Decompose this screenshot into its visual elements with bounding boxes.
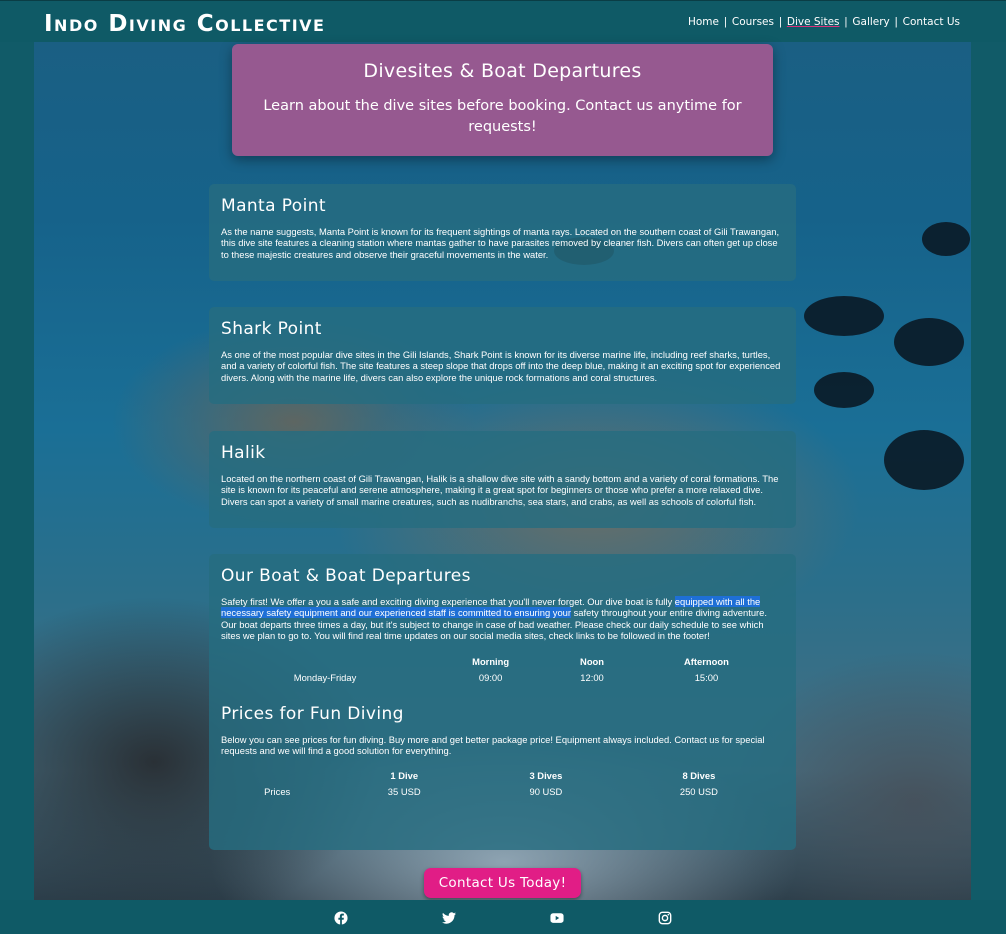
facebook-icon[interactable]: [333, 911, 349, 925]
nav-separator: |: [724, 16, 727, 28]
dive-site-description: As one of the most popular dive sites in…: [221, 349, 781, 383]
prices-section-title: Prices for Fun Diving: [221, 704, 404, 725]
dive-site-title: Halik: [221, 443, 266, 463]
youtube-icon[interactable]: [549, 911, 565, 925]
table-cell: Prices: [264, 785, 291, 797]
departure-schedule-table: Morning Noon Afternoon Monday-Friday 09:…: [221, 655, 781, 686]
dive-site-description: As the name suggests, Manta Point is kno…: [221, 226, 780, 260]
dive-site-card-halik: Halik Located on the northern coast of G…: [209, 431, 796, 528]
dive-site-card-manta-point: Manta Point As the name suggests, Manta …: [209, 184, 796, 281]
prices-table: 1 Dive 3 Dives 8 Dives Prices 35 USD 90 …: [221, 769, 781, 800]
dive-site-card-shark-point: Shark Point As one of the most popular d…: [209, 307, 796, 404]
page-title: Divesites & Boat Departures: [363, 60, 642, 82]
dive-site-description: Located on the northern coast of Gili Tr…: [221, 473, 779, 507]
departures-text: Our boat departs three times a day, but …: [221, 618, 764, 641]
nav-separator: |: [894, 16, 898, 28]
table-cell: Monday-Friday: [293, 672, 357, 684]
table-header: 8 Dives: [682, 769, 716, 781]
nav-separator: |: [779, 16, 782, 28]
nav-courses[interactable]: Courses: [732, 16, 774, 28]
nav-separator: |: [844, 16, 848, 28]
table-cell: 250 USD: [679, 785, 718, 797]
fish-silhouette: [894, 318, 964, 366]
table-header: Morning: [472, 656, 510, 668]
boat-intro-text: Safety first! We offer a you a safe and …: [221, 596, 784, 619]
contact-us-button[interactable]: Contact Us Today!: [424, 868, 581, 898]
table-cell: 09:00: [478, 672, 503, 684]
site-logo[interactable]: Indo Diving Collective: [44, 11, 325, 37]
table-header: 1 Dive: [390, 769, 419, 781]
table-row: Monday-Friday 09:00 12:00 15:00: [221, 669, 781, 686]
page-header-card: Divesites & Boat Departures Learn about …: [232, 44, 773, 156]
nav-contact-us[interactable]: Contact Us: [903, 16, 960, 28]
table-cell: 12:00: [580, 672, 604, 684]
twitter-icon[interactable]: [441, 911, 457, 925]
table-header: 3 Dives: [529, 769, 563, 781]
nav-home[interactable]: Home: [688, 16, 719, 28]
table-header-row: Morning Noon Afternoon: [221, 655, 781, 669]
main-nav: Home | Courses | Dive Sites | Gallery | …: [688, 16, 960, 28]
table-header: [221, 769, 333, 783]
instagram-icon[interactable]: [657, 911, 673, 925]
page-subtitle: Learn about the dive sites before bookin…: [263, 98, 742, 135]
boat-section-title: Our Boat & Boat Departures: [221, 566, 471, 586]
fish-silhouette: [804, 296, 884, 336]
table-row: Prices 35 USD 90 USD 250 USD: [221, 783, 781, 800]
fish-silhouette: [884, 430, 964, 490]
prices-text: Below you can see prices for fun diving.…: [221, 734, 765, 757]
table-header-row: 1 Dive 3 Dives 8 Dives: [221, 769, 781, 783]
footer: [0, 900, 1006, 934]
table-header: Noon: [580, 656, 604, 668]
table-header: [221, 655, 429, 669]
boat-intro-end: safety throughout your entire diving adv…: [571, 607, 767, 619]
table-cell: 15:00: [694, 672, 719, 684]
table-header: Afternoon: [684, 656, 729, 668]
dive-site-title: Shark Point: [221, 319, 322, 339]
nav-dive-sites[interactable]: Dive Sites: [787, 16, 840, 28]
fish-silhouette: [922, 222, 970, 256]
top-bar: Indo Diving Collective Home | Courses | …: [0, 0, 1006, 42]
table-cell: 35 USD: [387, 785, 421, 797]
dive-site-title: Manta Point: [221, 196, 326, 216]
boat-and-prices-card: Our Boat & Boat Departures Safety first!…: [209, 554, 796, 850]
fish-silhouette: [814, 372, 874, 408]
boat-intro-start: Safety first! We offer a you a safe and …: [221, 596, 675, 607]
table-cell: 90 USD: [529, 785, 563, 797]
nav-gallery[interactable]: Gallery: [852, 16, 889, 28]
